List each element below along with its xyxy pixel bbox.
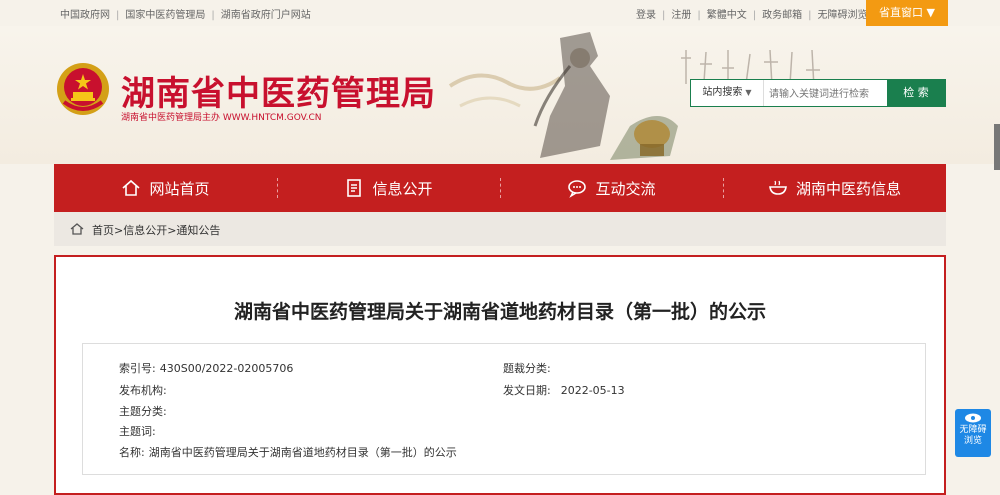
main-nav: 网站首页 信息公开 互动交流 湖南中医药信息 [54, 164, 946, 212]
nav-item-tcm-info[interactable]: 湖南中医药信息 [723, 164, 946, 212]
site-subtitle: 湖南省中医药管理局主办 WWW.HNTCM.GOV.CN [121, 113, 322, 123]
bowl-icon [769, 180, 787, 195]
article-meta-box: 索引号: 430S00/2022-02005706 题裁分类: 发布机构: 发文日… [82, 343, 926, 475]
site-title[interactable]: 湖南省中医药管理局 [121, 66, 436, 115]
search-button[interactable]: 检 索 [887, 80, 945, 106]
meta-name: 名称: 湖南省中医药管理局关于湖南省道地药材目录（第一批）的公示 [119, 446, 457, 459]
national-emblem-icon [57, 63, 109, 115]
search-scope-select[interactable]: 站内搜索 ▼ [691, 80, 764, 106]
home-icon [122, 179, 141, 196]
eye-icon [965, 413, 981, 423]
top-bar: 中国政府网 | 国家中医药管理局 | 湖南省政府门户网站 登录 | 注册 | 繁體中文 | 政务邮箱… [0, 0, 1000, 26]
top-links-left: 中国政府网 | 国家中医药管理局 | 湖南省政府门户网站 [60, 10, 311, 21]
top-links-right: 登录 | 注册 | 繁體中文 | 政务邮箱 | 无障碍浏览 [636, 10, 868, 21]
search-box: 站内搜索▼ 检 索 [690, 79, 946, 107]
nav-info-label: 信息公开 [372, 179, 433, 198]
chat-icon [568, 180, 587, 198]
breadcrumb: 首页>信息公开>通知公告 [54, 212, 946, 246]
meta-keyword: 主题词: [119, 425, 156, 438]
meta-topic: 主题分类: [119, 405, 167, 418]
caret-down-icon: ▼ [745, 88, 752, 97]
accessibility-float-button[interactable]: 无障碍 浏览 [955, 409, 991, 457]
a11y-line1: 无障碍 [959, 425, 987, 435]
scholar-painting-icon [448, 32, 678, 160]
breadcrumb-trail[interactable]: 首页>信息公开>通知公告 [92, 222, 220, 238]
document-icon [347, 179, 362, 197]
meta-date: 发文日期: 2022-05-13 [503, 384, 625, 397]
login-link[interactable]: 登录 [636, 10, 656, 21]
meta-genre: 题裁分类: [503, 362, 551, 375]
nav-home-label: 网站首页 [149, 179, 210, 198]
article-panel: 湖南省中医药管理局关于湖南省道地药材目录（第一批）的公示 索引号: 430S00/… [54, 255, 946, 495]
link-hunan-gov[interactable]: 湖南省政府门户网站 [221, 10, 311, 21]
nav-tcm-label: 湖南中医药信息 [795, 179, 901, 198]
accessibility-link[interactable]: 无障碍浏览 [818, 10, 868, 21]
link-natcm[interactable]: 国家中医药管理局 [125, 10, 205, 21]
nav-item-info-disclosure[interactable]: 信息公开 [277, 164, 500, 212]
meta-publisher: 发布机构: [119, 384, 167, 397]
meta-index: 索引号: 430S00/2022-02005706 [119, 362, 294, 375]
link-china-gov[interactable]: 中国政府网 [60, 10, 110, 21]
register-link[interactable]: 注册 [671, 10, 691, 21]
nav-item-interaction[interactable]: 互动交流 [500, 164, 723, 212]
nav-interaction-label: 互动交流 [595, 179, 656, 198]
side-scroll-tab[interactable] [994, 124, 1000, 170]
province-portal-dropdown[interactable]: 省直窗口 ▼ [866, 0, 948, 26]
a11y-line2: 浏览 [963, 436, 982, 446]
article-title: 湖南省中医药管理局关于湖南省道地药材目录（第一批）的公示 [233, 301, 766, 323]
home-icon [70, 223, 84, 235]
nav-item-home[interactable]: 网站首页 [54, 164, 277, 212]
search-input[interactable] [767, 83, 881, 105]
site-header: 湖南省中医药管理局 湖南省中医药管理局主办 WWW.HNTCM.GOV.CN 站… [0, 26, 1000, 170]
traditional-chinese-link[interactable]: 繁體中文 [707, 10, 747, 21]
gov-mail-link[interactable]: 政务邮箱 [762, 10, 802, 21]
